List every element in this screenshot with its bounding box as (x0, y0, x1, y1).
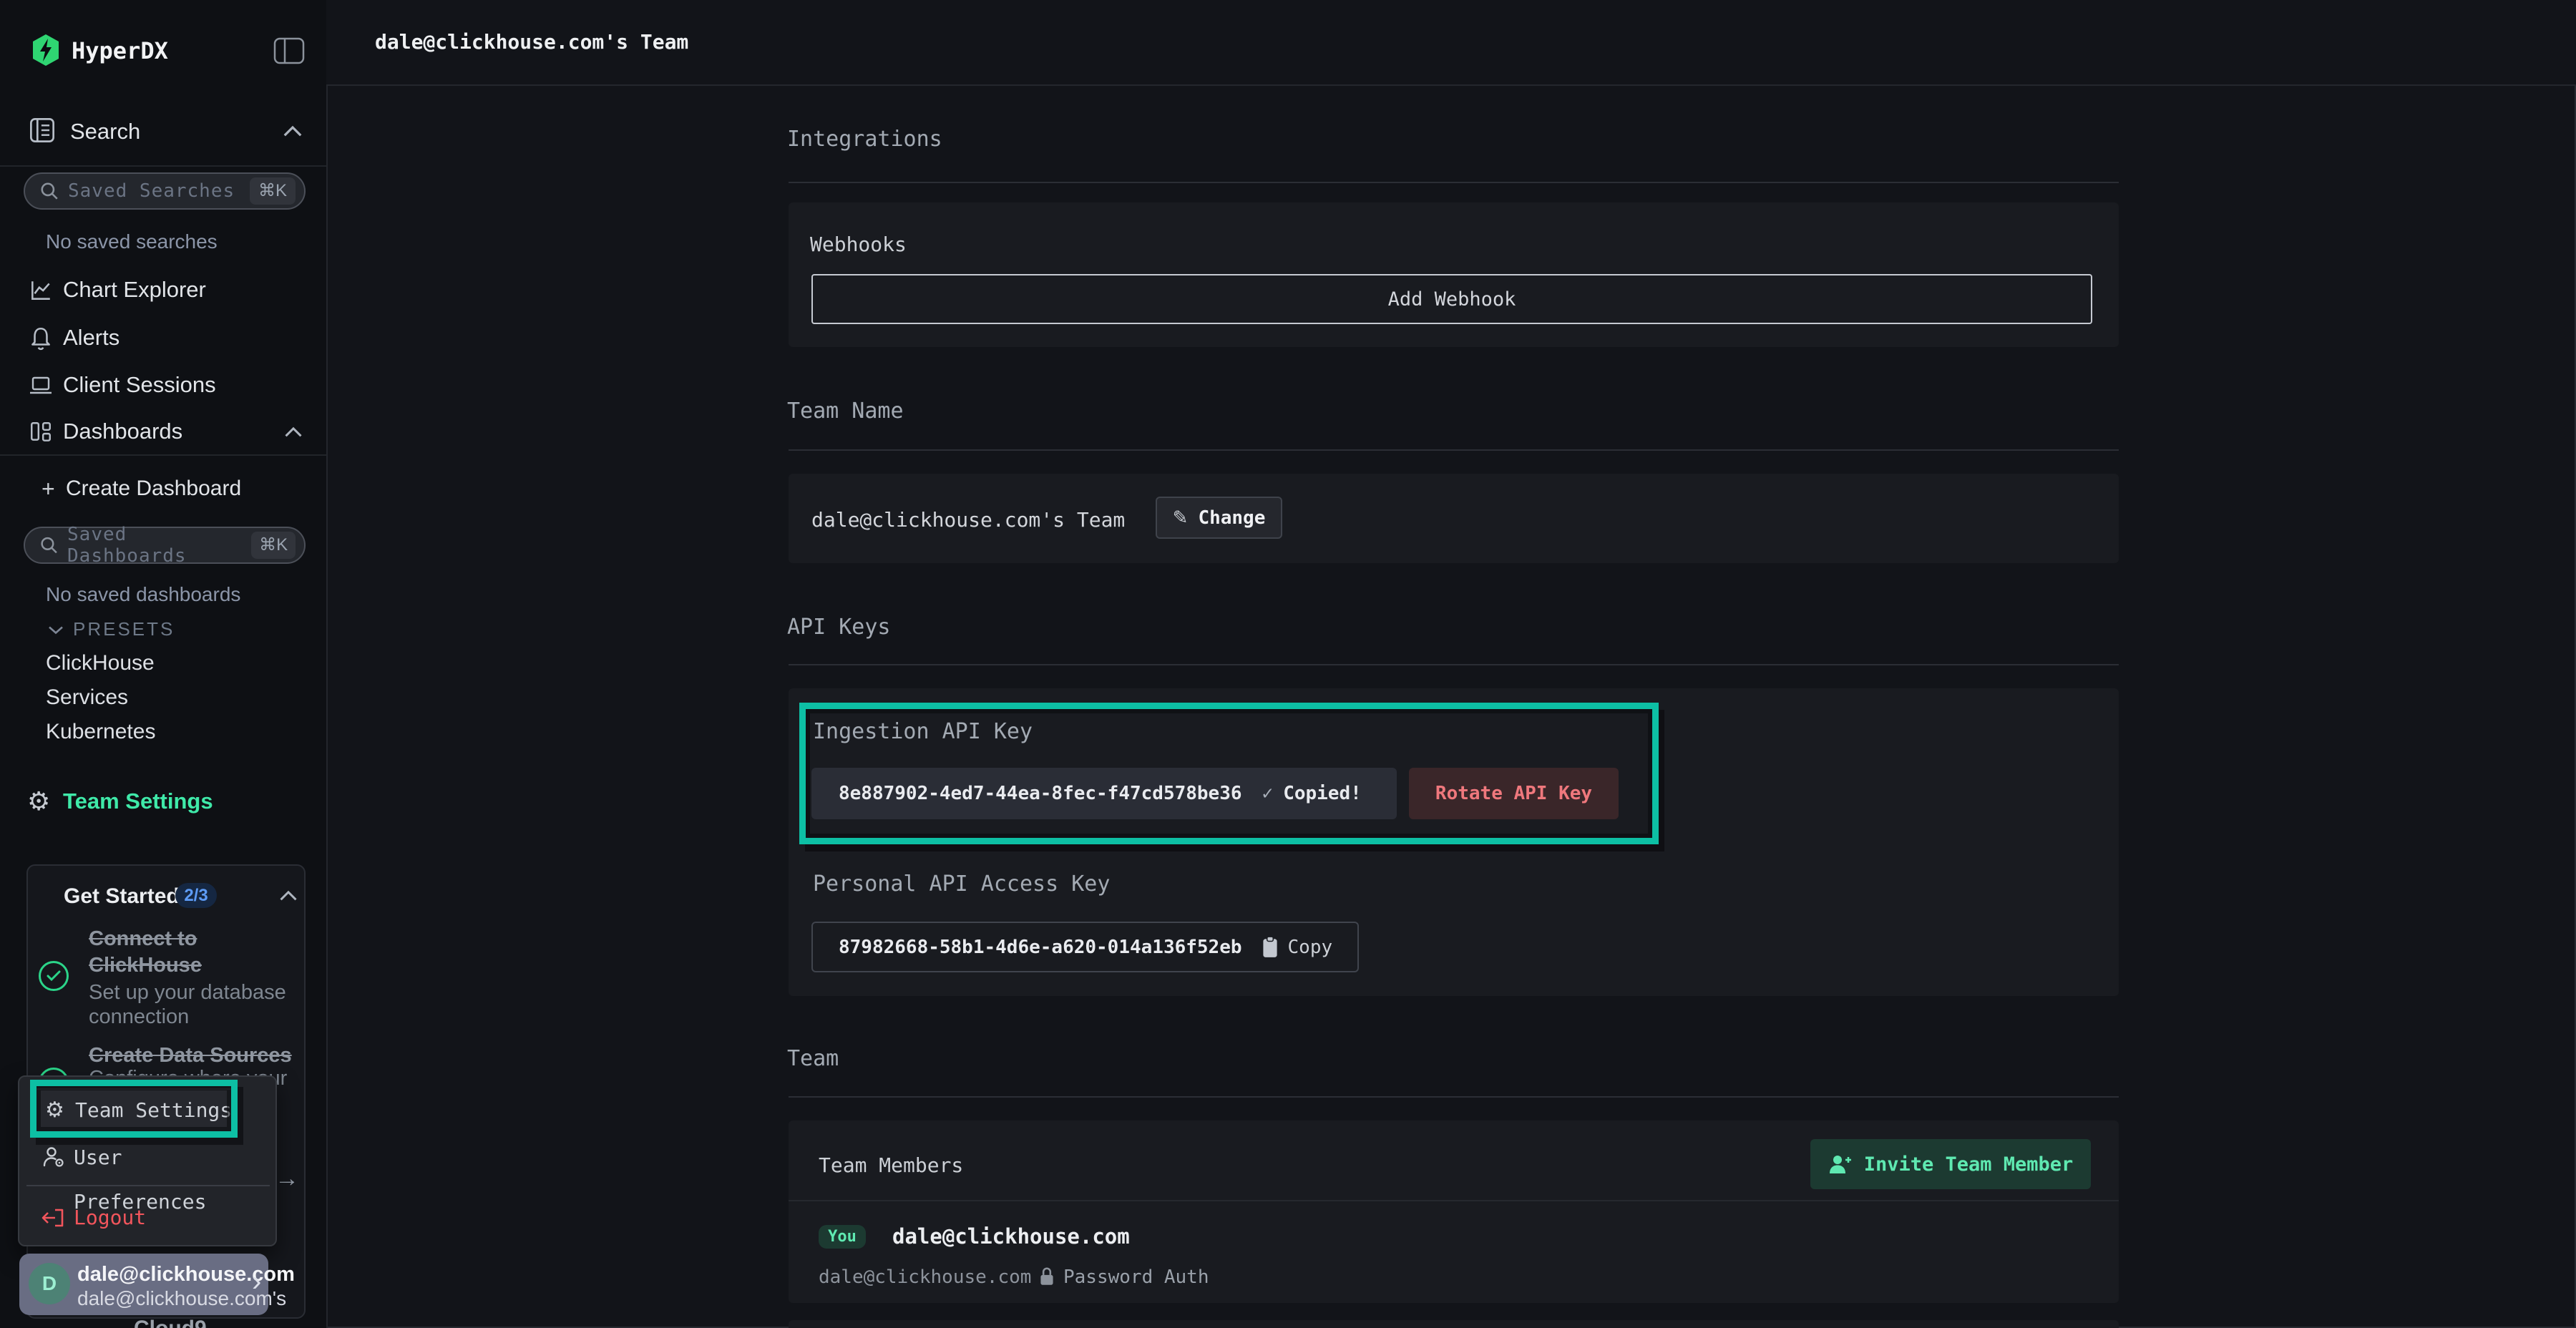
step-done-icon (39, 961, 69, 991)
sidebar-collapse-icon[interactable] (273, 37, 305, 64)
chevron-up-icon[interactable] (283, 426, 303, 438)
app-logo-text: HyperDX (72, 37, 168, 64)
sidebar-item-clickhouse[interactable]: ClickHouse (46, 651, 155, 675)
card-divider (789, 1200, 2119, 1201)
shortcut-badge: ⌘K (250, 177, 296, 205)
team-name-heading: Team Name (787, 399, 904, 424)
step-title: Create Data Sources (89, 1043, 311, 1069)
chart-line-icon (29, 278, 53, 303)
sidebar-item-chart-explorer[interactable]: Chart Explorer (0, 271, 326, 308)
no-saved-searches-text: No saved searches (46, 230, 218, 253)
clipboard-icon (1261, 936, 1279, 959)
saved-searches-placeholder: Saved Searches (68, 180, 235, 202)
search-icon (39, 181, 59, 201)
section-divider (789, 182, 2119, 183)
copy-label: Copy (1288, 937, 1333, 958)
arrow-right-icon[interactable]: → (275, 1165, 299, 1193)
team-name-value: dale@clickhouse.com's Team (811, 508, 1125, 532)
sidebar: HyperDX Search Saved Searches ⌘K N (0, 0, 328, 1328)
user-account-button[interactable]: D dale@clickhouse.com dale@clickhouse.co… (19, 1254, 268, 1315)
progress-badge: 2/3 (175, 883, 217, 908)
avatar: D (29, 1263, 70, 1304)
page-header: dale@clickhouse.com's Team (326, 0, 2576, 86)
next-card-sliver (789, 1320, 2119, 1328)
user-gear-icon (42, 1146, 65, 1168)
person-plus-icon (1828, 1153, 1853, 1175)
personal-api-key-value: 87982668-58b1-4d6e-a620-014a136f52eb (839, 937, 1242, 958)
no-saved-dashboards-text: No saved dashboards (46, 583, 240, 606)
webhooks-label: Webhooks (810, 233, 907, 256)
page-title: dale@clickhouse.com's Team (375, 30, 688, 54)
menu-item-user-preferences[interactable]: User Preferences (34, 1136, 264, 1180)
app-window: HyperDX Search Saved Searches ⌘K N (0, 0, 2576, 1328)
webhooks-card: Webhooks Add Webhook (789, 202, 2119, 347)
lock-icon (1038, 1266, 1055, 1287)
saved-dashboards-input[interactable]: Saved Dashboards ⌘K (24, 527, 306, 564)
team-members-card: Team Members Invite Team Member You dale… (789, 1120, 2119, 1303)
personal-api-key-chip[interactable]: 87982668-58b1-4d6e-a620-014a136f52eb Cop… (811, 922, 1359, 972)
menu-item-logout[interactable]: Logout (34, 1196, 264, 1240)
personal-api-key-label: Personal API Access Key (813, 872, 1110, 897)
add-webhook-button[interactable]: Add Webhook (811, 274, 2092, 324)
menu-divider (26, 1185, 270, 1186)
chevron-right-icon: › (252, 1266, 261, 1298)
sidebar-item-team-settings[interactable]: ⚙ Team Settings (0, 783, 326, 820)
grid-icon (29, 420, 53, 444)
step-title: Connect to ClickHouse (89, 926, 303, 979)
presets-toggle[interactable]: PRESETS (0, 614, 326, 645)
change-team-name-button[interactable]: ✎ Change (1156, 497, 1282, 539)
laptop-icon (29, 375, 53, 396)
highlight-annotation-team-settings (30, 1080, 238, 1138)
team-members-label: Team Members (819, 1153, 963, 1177)
get-started-title: Get Started (64, 884, 180, 909)
sidebar-divider (0, 165, 326, 167)
highlight-annotation-ingestion-key (799, 703, 1659, 844)
team-name-card: dale@clickhouse.com's Team ✎ Change (789, 474, 2119, 563)
step-desc: Set up your database connection (89, 980, 314, 1029)
api-keys-heading: API Keys (787, 615, 891, 640)
sidebar-item-alerts[interactable]: Alerts (0, 319, 326, 356)
sidebar-section-search[interactable]: Search (70, 113, 140, 150)
pencil-icon: ✎ (1173, 507, 1189, 529)
member-email: dale@clickhouse.com (819, 1266, 1031, 1289)
section-divider (789, 1096, 2119, 1098)
create-dashboard-button[interactable]: + Create Dashboard (0, 470, 326, 507)
plus-icon: + (42, 472, 55, 506)
invite-team-member-button[interactable]: Invite Team Member (1810, 1139, 2091, 1189)
sidebar-item-services[interactable]: Services (46, 685, 128, 710)
bell-icon (29, 326, 53, 351)
saved-dashboards-placeholder: Saved Dashboards (67, 524, 251, 567)
section-divider (789, 449, 2119, 451)
chevron-up-icon[interactable] (282, 125, 303, 137)
saved-searches-input[interactable]: Saved Searches ⌘K (24, 172, 306, 210)
search-section-icon (29, 116, 56, 145)
section-divider (789, 664, 2119, 665)
team-heading: Team (787, 1046, 839, 1072)
hyperdx-logo-icon (31, 34, 60, 67)
sidebar-item-kubernetes[interactable]: Kubernetes (46, 720, 155, 744)
sidebar-item-dashboards[interactable]: Dashboards (0, 413, 326, 450)
member-name: dale@clickhouse.com (892, 1225, 1130, 1249)
sidebar-item-client-sessions[interactable]: Client Sessions (0, 366, 326, 404)
search-icon (39, 535, 59, 555)
you-badge: You (819, 1225, 866, 1249)
sidebar-divider (0, 454, 326, 456)
shortcut-badge: ⌘K (251, 532, 296, 559)
chevron-down-icon (47, 625, 64, 635)
member-auth-type: Password Auth (1063, 1266, 1209, 1289)
integrations-heading: Integrations (787, 127, 942, 152)
logout-icon (41, 1207, 65, 1229)
gear-icon: ⚙ (27, 786, 50, 817)
user-name: dale@clickhouse.com (77, 1263, 295, 1286)
chevron-up-icon[interactable] (278, 889, 298, 902)
